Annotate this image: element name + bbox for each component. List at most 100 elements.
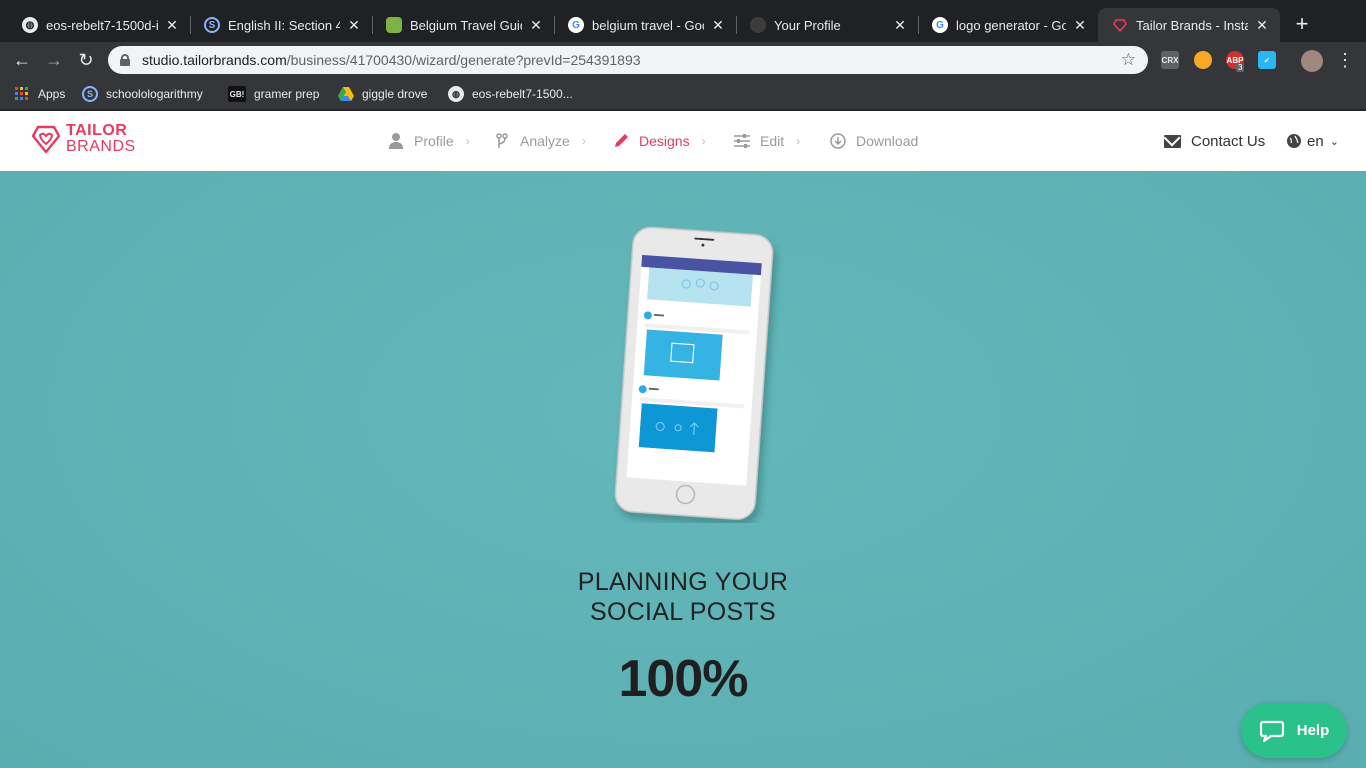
tab-title: eos-rebelt7-1500d-i: [46, 17, 158, 33]
logo-line1: TAILOR: [66, 122, 128, 139]
step-label: Edit: [760, 133, 785, 149]
url-host: studio.tailorbrands.com: [142, 52, 287, 68]
browser-tab-active[interactable]: Tailor Brands - Insta ✕: [1098, 8, 1280, 42]
close-tab-icon[interactable]: ✕: [710, 17, 726, 34]
google-drive-icon: [338, 86, 354, 102]
close-tab-icon[interactable]: ✕: [346, 17, 362, 34]
browser-tab-strip: ◍ eos-rebelt7-1500d-i ✕ S English II: Se…: [0, 0, 1366, 42]
status-title: PLANNING YOUR SOCIAL POSTS: [433, 567, 933, 627]
schoology-icon: S: [204, 17, 220, 33]
tab-title: Belgium Travel Guide: [410, 17, 522, 33]
url-path: /business/41700430/wizard/generate?prevI…: [286, 52, 641, 68]
envelope-icon: [1164, 134, 1181, 148]
globe-icon: ◍: [22, 17, 38, 33]
lock-icon: [120, 54, 130, 66]
address-bar[interactable]: studio.tailorbrands.com/business/4170043…: [108, 46, 1148, 74]
close-tab-icon[interactable]: ✕: [892, 17, 908, 34]
travel-guide-icon: [386, 17, 402, 33]
schoology-icon: S: [82, 86, 98, 102]
bookmark-apps[interactable]: Apps: [14, 85, 65, 103]
step-label: Download: [856, 133, 919, 149]
contact-us-link[interactable]: Contact Us: [1164, 111, 1265, 171]
chevron-right-icon: ›: [465, 134, 470, 148]
chevron-right-icon: ›: [581, 134, 586, 148]
phone-illustration: [614, 226, 774, 520]
logo-line2: BRANDS: [66, 138, 136, 155]
step-label: Analyze: [520, 133, 570, 149]
close-tab-icon[interactable]: ✕: [1072, 17, 1088, 34]
browser-tab[interactable]: G belgium travel - Goo ✕: [554, 8, 736, 42]
browser-tab[interactable]: G logo generator - Goo ✕: [918, 8, 1098, 42]
apps-grid-icon: [14, 86, 30, 102]
close-tab-icon[interactable]: ✕: [528, 17, 544, 34]
forward-button[interactable]: →: [42, 48, 66, 72]
crx-extension-icon[interactable]: CRX: [1161, 51, 1179, 69]
close-tab-icon[interactable]: ✕: [164, 17, 180, 34]
status-line2: SOCIAL POSTS: [589, 598, 777, 626]
google-icon: G: [932, 17, 948, 33]
step-label: Profile: [414, 133, 454, 149]
language-selector[interactable]: en ⌄: [1287, 111, 1339, 171]
sliders-icon: [734, 133, 750, 149]
bookmark-label: giggle drove: [362, 87, 428, 101]
tab-title: Your Profile: [774, 17, 841, 33]
browser-tab[interactable]: ◍ eos-rebelt7-1500d-i ✕: [8, 8, 190, 42]
chevron-down-icon: ⌄: [1329, 135, 1339, 148]
generation-progress-screen: PLANNING YOUR SOCIAL POSTS 100% Help: [0, 171, 1366, 768]
status-line1: PLANNING YOUR: [577, 568, 789, 596]
bookmark-giggle-drove[interactable]: giggle drove: [338, 85, 427, 103]
tailor-brands-logo-icon: [31, 125, 61, 154]
gb-icon: GB!: [228, 86, 246, 102]
browser-toolbar: ← → ↻ studio.tailorbrands.com/business/4…: [0, 42, 1366, 78]
bookmark-label: schoolologarithmy: [106, 87, 203, 101]
chevron-right-icon: ›: [701, 134, 706, 148]
bookmark-schoology[interactable]: S schoolologarithmy: [82, 85, 203, 103]
github-icon: [750, 17, 766, 33]
contact-label: Contact Us: [1191, 132, 1266, 150]
profile-avatar[interactable]: [1301, 50, 1323, 72]
user-icon: [388, 133, 404, 149]
tab-title: Tailor Brands - Insta: [1136, 17, 1248, 33]
bookmark-label: gramer prep: [254, 87, 320, 101]
new-tab-button[interactable]: +: [1290, 12, 1314, 36]
pencil-icon: [613, 133, 629, 149]
step-download[interactable]: Download: [830, 111, 918, 171]
tab-title: logo generator - Goo: [956, 17, 1066, 33]
back-button[interactable]: ←: [10, 48, 34, 72]
browser-tab[interactable]: S English II: Section 4 | ✕: [190, 8, 372, 42]
browser-menu-icon[interactable]: ⋮: [1333, 48, 1357, 72]
close-tab-icon[interactable]: ✕: [1254, 17, 1270, 34]
bookmark-eos-rebelt7[interactable]: ◍ eos-rebelt7-1500...: [448, 85, 573, 103]
reload-button[interactable]: ↻: [74, 48, 98, 72]
chevron-right-icon: ›: [796, 134, 801, 148]
download-icon: [830, 133, 846, 149]
step-edit[interactable]: Edit ›: [734, 111, 800, 171]
google-icon: G: [568, 17, 584, 33]
tab-title: English II: Section 4 |: [228, 17, 340, 33]
bookmark-gramer-prep[interactable]: GB! gramer prep: [228, 85, 319, 103]
tab-title: belgium travel - Goo: [592, 17, 704, 33]
bookmark-star-icon[interactable]: ☆: [1121, 50, 1136, 70]
chat-bubble-icon: [1259, 720, 1284, 742]
bookmarks-bar: Apps S schoolologarithmy GB! gramer prep…: [0, 78, 1366, 110]
step-designs[interactable]: Designs ›: [613, 111, 706, 171]
browser-tab[interactable]: Belgium Travel Guide ✕: [372, 8, 554, 42]
globe-icon: [1287, 134, 1301, 148]
tailor-brands-logo[interactable]: TAILOR BRANDS: [30, 123, 136, 155]
tailor-brands-icon: [1112, 17, 1128, 33]
globe-icon: ◍: [448, 86, 464, 102]
help-label: Help: [1296, 722, 1330, 739]
site-header: TAILOR BRANDS Profile › Analyze › Design…: [0, 111, 1366, 171]
step-analyze[interactable]: Analyze ›: [494, 111, 586, 171]
help-button[interactable]: Help: [1241, 703, 1347, 758]
step-profile[interactable]: Profile ›: [388, 111, 470, 171]
step-label: Designs: [639, 133, 690, 149]
branch-icon: [494, 133, 510, 149]
bookmark-label: Apps: [38, 87, 66, 101]
browser-tab[interactable]: Your Profile ✕: [736, 8, 918, 42]
owl-extension-icon[interactable]: [1194, 51, 1212, 69]
bookmark-label: eos-rebelt7-1500...: [472, 87, 573, 101]
checkmark-extension-icon[interactable]: ✓: [1258, 51, 1276, 69]
progress-percent: 100%: [618, 650, 749, 708]
language-value: en: [1307, 132, 1324, 150]
